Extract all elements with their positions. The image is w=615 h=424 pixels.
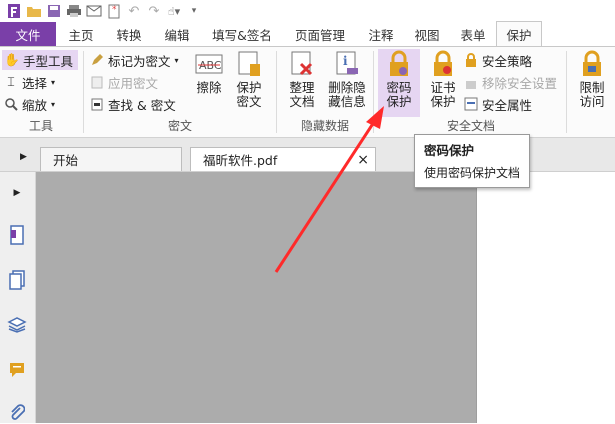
annotation-arrow — [274, 106, 384, 273]
